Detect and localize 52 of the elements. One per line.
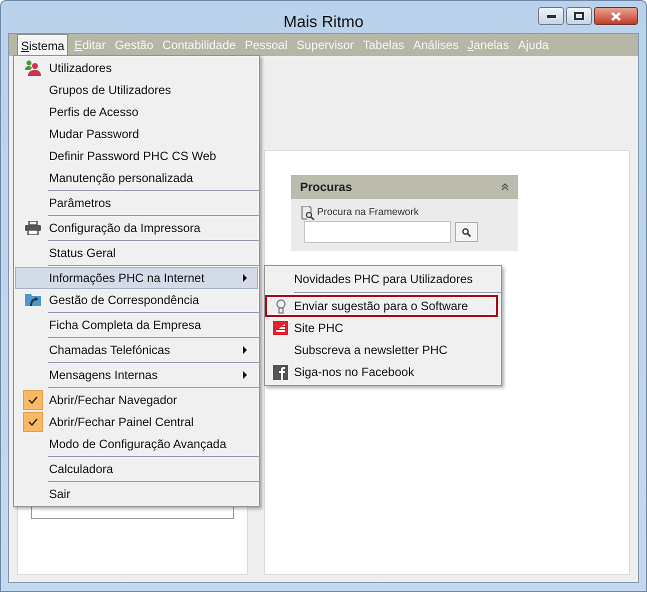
menu-item[interactable]: Enviar sugestão para o Software bbox=[265, 295, 498, 317]
menu-item[interactable]: Mensagens Internas bbox=[15, 364, 258, 386]
menu-item[interactable]: Configuração da Impressora bbox=[15, 217, 258, 239]
menu-item[interactable]: Gestão de Correspondência bbox=[15, 289, 258, 311]
menu-item[interactable]: Chamadas Telefónicas bbox=[15, 339, 258, 361]
submenu-arrow-icon bbox=[243, 274, 247, 282]
submenu-arrow-icon bbox=[243, 371, 247, 379]
maximize-button[interactable] bbox=[566, 7, 592, 25]
menu-item[interactable]: Novidades PHC para Utilizadores bbox=[265, 268, 498, 290]
menu-item[interactable]: Definir Password PHC CS Web bbox=[15, 145, 258, 167]
menu-item[interactable]: Abrir/Fechar Navegador bbox=[15, 389, 258, 411]
menu-item[interactable]: Manutenção personalizada bbox=[15, 167, 258, 189]
menu-item[interactable]: Parâmetros bbox=[15, 192, 258, 214]
menu-item[interactable]: Mudar Password bbox=[15, 123, 258, 145]
menu-item[interactable]: Subscreva a newsletter PHC bbox=[265, 339, 498, 361]
menu-item[interactable]: Ficha Completa da Empresa bbox=[15, 314, 258, 336]
window-title: Mais Ritmo bbox=[284, 13, 364, 33]
search-button[interactable] bbox=[455, 222, 478, 242]
menu-item[interactable]: Grupos de Utilizadores bbox=[15, 79, 258, 101]
submenu-arrow-icon bbox=[243, 346, 247, 354]
checkbox[interactable] bbox=[22, 390, 42, 410]
checkmark-icon bbox=[28, 418, 38, 426]
minimize-icon bbox=[546, 14, 556, 18]
menu-title[interactable]: Sistema bbox=[17, 34, 68, 56]
collapse-icon[interactable] bbox=[501, 183, 509, 191]
maximize-icon bbox=[574, 12, 584, 20]
menu-item[interactable]: Modo de Configuração Avançada bbox=[15, 433, 258, 455]
checkbox[interactable] bbox=[22, 412, 42, 432]
search-icon bbox=[462, 228, 471, 236]
lightbulb-icon bbox=[276, 298, 286, 314]
checkmark-icon bbox=[28, 396, 38, 404]
folder-arrow-icon bbox=[24, 292, 40, 308]
menu-item[interactable]: Calculadora bbox=[15, 458, 258, 480]
search-document-icon bbox=[301, 206, 315, 220]
menu-item[interactable]: Perfis de Acesso bbox=[15, 101, 258, 123]
panel-title: Procuras bbox=[300, 179, 352, 196]
menu-item[interactable]: Informações PHC na Internet bbox=[15, 267, 258, 289]
close-button[interactable] bbox=[594, 7, 638, 25]
facebook-icon bbox=[273, 364, 288, 380]
menu-item[interactable]: Utilizadores bbox=[15, 57, 258, 79]
minimize-button[interactable] bbox=[538, 7, 564, 25]
menu-item[interactable]: Site PHC bbox=[265, 317, 498, 339]
close-icon bbox=[611, 12, 621, 20]
printer-icon bbox=[24, 221, 40, 235]
search-field[interactable] bbox=[304, 221, 451, 243]
search-label: Procura na Framework bbox=[317, 206, 419, 220]
menu-item[interactable]: Siga-nos no Facebook bbox=[265, 361, 498, 383]
menu-item[interactable]: Sair bbox=[15, 483, 258, 505]
menu-item[interactable]: Status Geral bbox=[15, 242, 258, 264]
menu-item[interactable]: Abrir/Fechar Painel Central bbox=[15, 411, 258, 433]
users-icon bbox=[24, 60, 40, 76]
logo-icon bbox=[273, 321, 288, 335]
